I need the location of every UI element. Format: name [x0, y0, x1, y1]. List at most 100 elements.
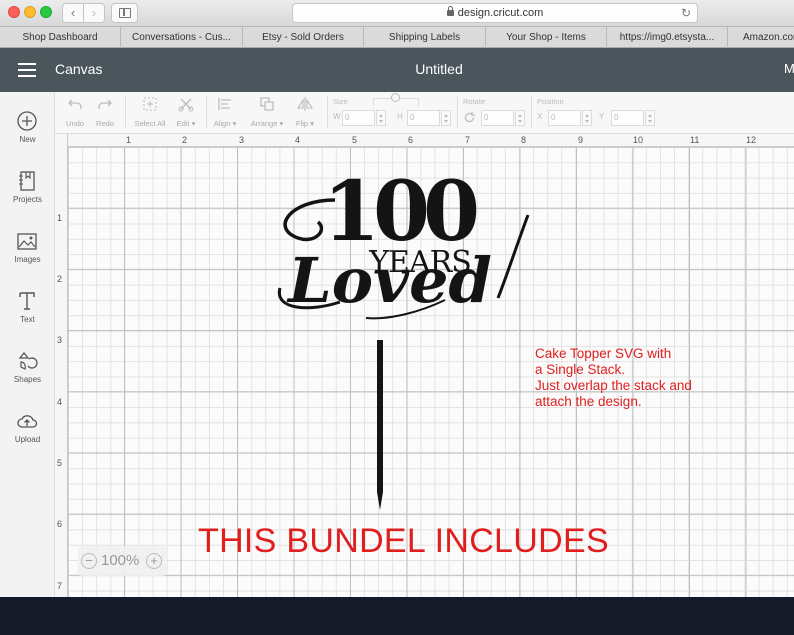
width-stepper[interactable]	[376, 110, 386, 126]
ruler-y-label: 7	[57, 581, 63, 591]
rotate-icon	[464, 112, 475, 123]
bookmark-your-shop[interactable]: Your Shop - Items	[486, 27, 607, 48]
ruler-x-label: 10	[633, 135, 644, 145]
bookmark-sold-orders[interactable]: Etsy - Sold Orders	[243, 27, 364, 48]
design-panel: New Projects Images Text Shapes Upload	[0, 92, 55, 597]
shapes-icon	[18, 351, 38, 370]
edit-scissors-icon	[178, 98, 194, 112]
design-canvas[interactable]: 1 2 3 4 5 6 7 8 9 10 11 12 1 2 3 4 5 6 7…	[55, 134, 794, 597]
position-x-stepper[interactable]	[582, 110, 592, 126]
document-title: Untitled	[415, 61, 463, 77]
design-flourish-right	[496, 214, 530, 299]
height-stepper[interactable]	[441, 110, 451, 126]
undo-label: Undo	[66, 119, 84, 128]
zoom-in-button[interactable]: +	[146, 553, 162, 569]
upload-cloud-icon	[17, 415, 38, 428]
zoom-window-icon[interactable]	[40, 6, 52, 18]
bookmark-shop-dashboard[interactable]: Shop Dashboard	[0, 27, 121, 48]
ruler-x-label: 2	[182, 135, 188, 145]
ruler-x-label: 9	[578, 135, 584, 145]
toolbar-divider	[327, 96, 328, 128]
toolbar-divider	[125, 96, 126, 128]
note-line: attach the design.	[535, 394, 642, 409]
browser-titlebar: ‹ › design.cricut.com ↻	[0, 0, 794, 27]
flip-dropdown[interactable]: Flip ▾	[290, 92, 320, 134]
bottom-bar	[0, 597, 794, 635]
ruler-x-label: 12	[746, 135, 757, 145]
zoom-out-button[interactable]: −	[81, 553, 97, 569]
note-line: Cake Topper SVG with	[535, 346, 672, 361]
address-bar[interactable]: design.cricut.com ↻	[292, 3, 698, 23]
rotate-stepper[interactable]	[515, 110, 525, 126]
redo-button[interactable]: Redo	[90, 92, 120, 134]
zoom-control: − 100% +	[78, 546, 166, 576]
screen: ‹ › design.cricut.com ↻ Shop Dashboard C…	[0, 0, 794, 635]
bookmark-conversations[interactable]: Conversations - Cus...	[121, 27, 243, 48]
bookmark-amazon[interactable]: Amazon.com	[728, 27, 794, 48]
align-dropdown[interactable]: Align ▾	[210, 92, 240, 134]
position-y-stepper[interactable]	[645, 110, 655, 126]
app-header: Canvas Untitled M	[0, 48, 794, 92]
tool-new-label: New	[19, 135, 36, 144]
url-text: design.cricut.com	[457, 7, 544, 19]
cake-topper-design[interactable]: 100 YEARS Loved	[270, 170, 530, 515]
note-line: Just overlap the stack and	[535, 378, 692, 393]
bookmark-shipping-labels[interactable]: Shipping Labels	[364, 27, 486, 48]
tool-shapes[interactable]: Shapes	[0, 340, 55, 395]
position-x-input[interactable]: 0	[548, 110, 581, 126]
flip-label: Flip	[296, 119, 309, 128]
tool-images-label: Images	[14, 255, 41, 264]
ruler-x-label: 11	[690, 135, 700, 145]
ruler-x-label: 6	[408, 135, 414, 145]
ruler-y-label: 1	[57, 213, 63, 223]
tool-text[interactable]: Text	[0, 280, 55, 335]
note-line: a Single Stack.	[535, 362, 626, 377]
rotate-input[interactable]: 0	[481, 110, 514, 126]
edit-label: Edit	[176, 119, 190, 128]
design-stake	[377, 340, 383, 510]
ruler-vertical: 1 2 3 4 5 6 7	[55, 134, 68, 597]
sidebar-toggle-icon[interactable]	[111, 3, 138, 23]
ruler-horizontal: 1 2 3 4 5 6 7 8 9 10 11 12	[55, 134, 794, 147]
bundle-headline: THIS BUNDEL INCLUDES	[198, 522, 609, 560]
zoom-level: 100%	[101, 552, 140, 569]
minimize-window-icon[interactable]	[24, 6, 36, 18]
forward-icon[interactable]: ›	[83, 3, 105, 23]
redo-icon	[98, 99, 112, 109]
reload-icon[interactable]: ↻	[681, 6, 691, 20]
back-icon[interactable]: ‹	[62, 3, 84, 23]
ruler-x-label: 4	[295, 135, 301, 145]
size-lock-icon[interactable]	[391, 93, 400, 102]
image-icon	[17, 233, 37, 250]
ruler-y-label: 4	[57, 397, 63, 407]
rotate-label: Rotate	[463, 97, 486, 106]
size-h-prefix: H	[397, 112, 403, 121]
bookmarks-bar: Shop Dashboard Conversations - Cus... Et…	[0, 27, 794, 48]
tool-new[interactable]: New	[0, 100, 55, 155]
tool-upload[interactable]: Upload	[0, 400, 55, 455]
arrange-dropdown[interactable]: Arrange ▾	[247, 92, 287, 134]
size-w-prefix: W	[333, 112, 341, 121]
edit-toolbar: Undo Redo Select All Edit ▾ Align ▾ Arra…	[55, 92, 794, 134]
ruler-y-label: 5	[57, 458, 63, 468]
undo-icon	[68, 99, 82, 109]
undo-button[interactable]: Undo	[60, 92, 90, 134]
tool-projects[interactable]: Projects	[0, 160, 55, 215]
ruler-y-label: 6	[57, 519, 63, 529]
position-y-input[interactable]: 0	[611, 110, 644, 126]
arrange-icon	[260, 97, 274, 111]
height-input[interactable]: 0	[407, 110, 440, 126]
header-right-menu[interactable]: M	[784, 61, 794, 76]
select-all-button[interactable]: Select All	[131, 92, 169, 134]
close-window-icon[interactable]	[8, 6, 20, 18]
ruler-x-label: 5	[352, 135, 358, 145]
bookmark-etsy-image[interactable]: https://img0.etsysta...	[607, 27, 728, 48]
ruler-x-label: 7	[465, 135, 471, 145]
redo-label: Redo	[96, 119, 114, 128]
plus-circle-icon	[17, 111, 37, 131]
select-all-icon	[143, 97, 157, 111]
tool-images[interactable]: Images	[0, 220, 55, 275]
width-input[interactable]: 0	[342, 110, 375, 126]
edit-dropdown[interactable]: Edit ▾	[171, 92, 201, 134]
position-label: Position	[537, 97, 564, 106]
